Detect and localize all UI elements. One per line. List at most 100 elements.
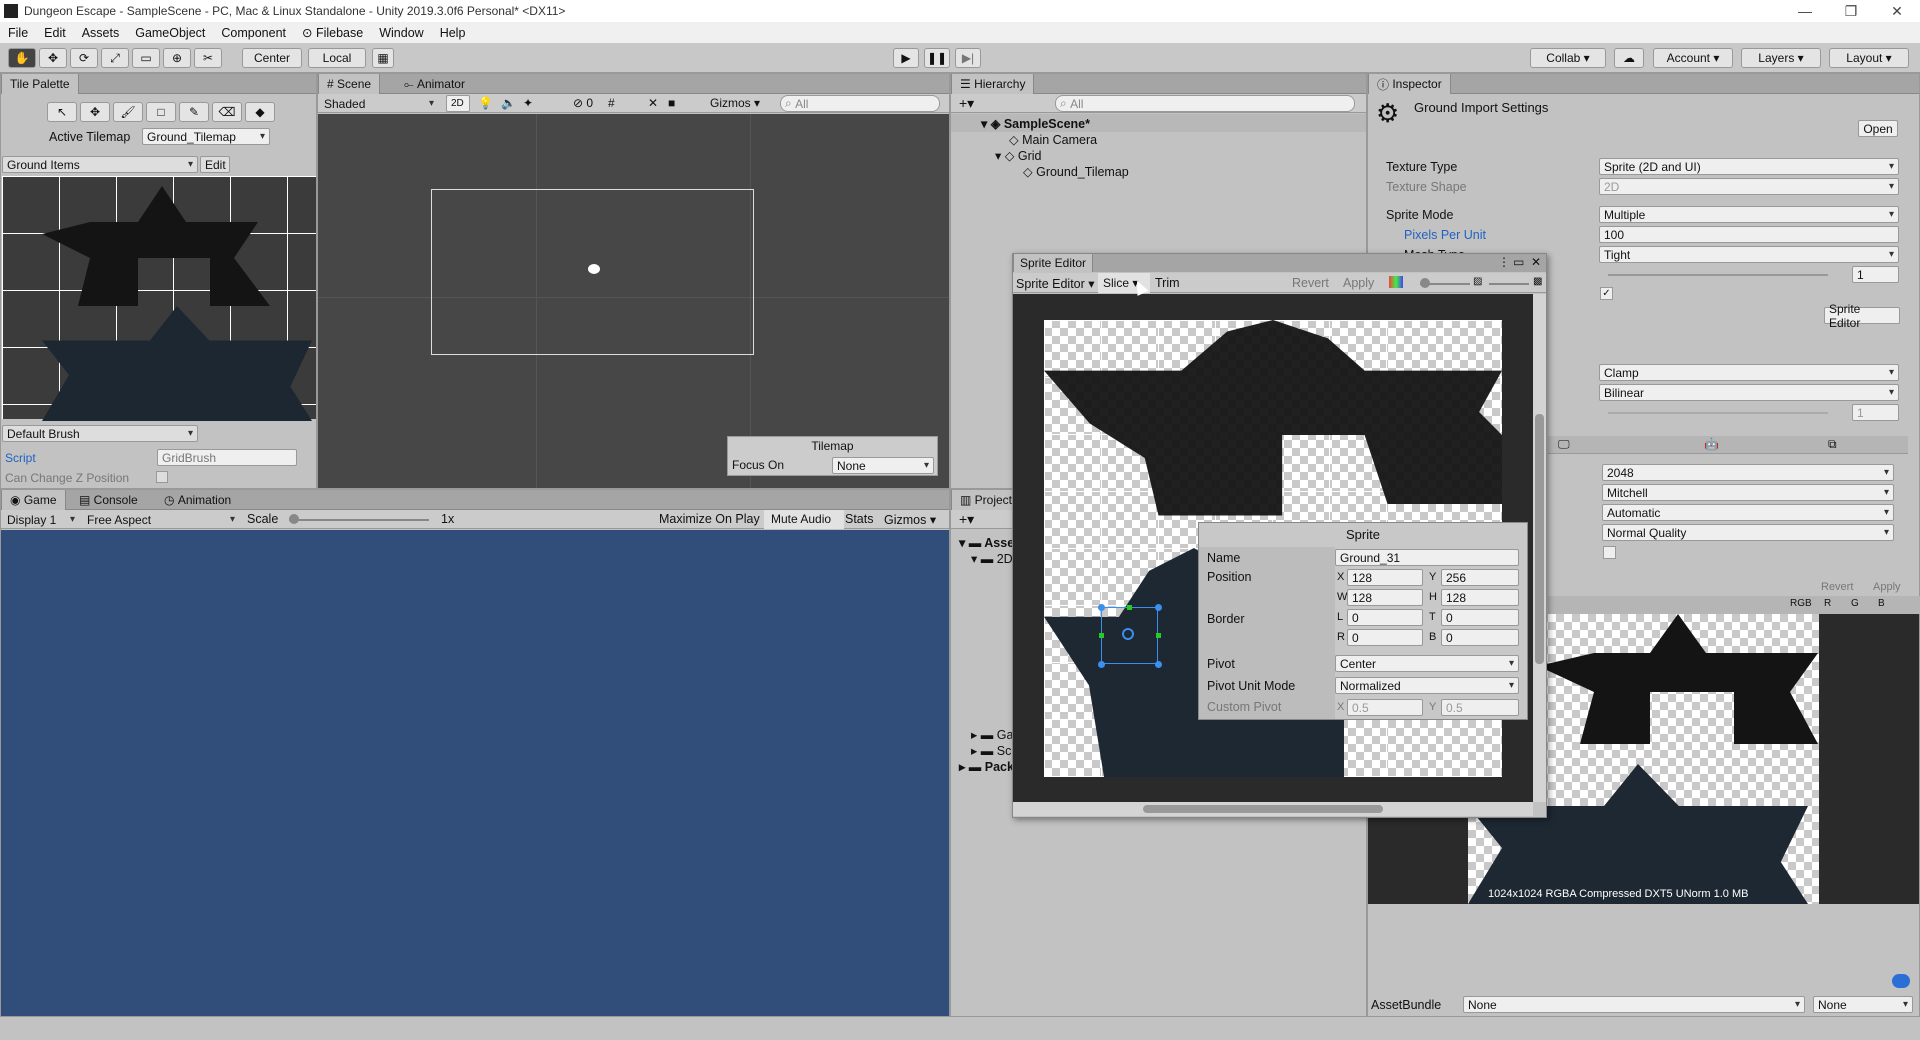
hierarchy-item-grid[interactable]: ▾ ◇ Grid	[995, 148, 1041, 163]
mesh-type-dropdown[interactable]: Tight	[1599, 246, 1899, 263]
display-dropdown[interactable]: Display 1	[3, 511, 79, 528]
sprite-editor-button[interactable]: Sprite Editor	[1824, 302, 1900, 330]
maximize-on-play-toggle[interactable]: Maximize On Play	[659, 512, 760, 526]
corner-handle-icon[interactable]	[1155, 661, 1162, 668]
pivot-center-button[interactable]: Center	[242, 48, 302, 68]
platform-android-icon[interactable]: 🤖	[1704, 437, 1719, 451]
project-folder-2d[interactable]: ▾ ▬ 2D	[971, 551, 1013, 566]
sprite-editor-tab[interactable]: Sprite Editor	[1013, 254, 1094, 272]
eraser-icon[interactable]: ⌫	[212, 102, 242, 122]
corner-handle-icon[interactable]	[1098, 604, 1105, 611]
position-x-input[interactable]: 128	[1347, 569, 1423, 586]
edge-handle-icon[interactable]	[1156, 633, 1161, 638]
tab-animator[interactable]: ⟜ Animator	[396, 74, 473, 94]
width-input[interactable]: 128	[1347, 589, 1423, 606]
max-size-dropdown[interactable]: 2048	[1602, 464, 1894, 481]
extrude-input[interactable]: 1	[1852, 266, 1899, 283]
menu-edit[interactable]: Edit	[36, 26, 74, 40]
mip-max-icon[interactable]: ▩	[1533, 276, 1542, 287]
can-change-z-checkbox[interactable]	[156, 471, 168, 483]
project-folder-packages[interactable]: ▸ ▬ Pack	[959, 759, 1014, 774]
border-r-input[interactable]: 0	[1347, 629, 1423, 646]
aspect-dropdown[interactable]: Free Aspect	[83, 511, 239, 528]
format-dropdown[interactable]: Automatic	[1602, 504, 1894, 521]
transform-tool-icon[interactable]: ⊕	[163, 48, 191, 68]
kebab-menu-icon[interactable]: ⋮	[1498, 255, 1510, 269]
grid-icon[interactable]: #	[608, 96, 615, 110]
camera-icon[interactable]: ■	[668, 96, 675, 110]
lighting-icon[interactable]: 💡	[478, 96, 493, 110]
scale-slider[interactable]	[289, 514, 429, 524]
crunch-checkbox[interactable]	[1603, 546, 1616, 559]
tab-animation[interactable]: ◷ Animation	[156, 490, 239, 510]
project-folder-assets[interactable]: ▾ ▬ Asse	[959, 535, 1014, 550]
custom-tool-icon[interactable]: ✂	[194, 48, 222, 68]
tab-tile-palette[interactable]: Tile Palette	[1, 74, 79, 94]
open-button[interactable]: Open	[1858, 120, 1898, 137]
channel-b[interactable]: B	[1878, 598, 1885, 609]
sprite-apply-button[interactable]: Apply	[1343, 276, 1374, 290]
palette-dropdown[interactable]: Ground Items	[2, 156, 198, 173]
sprite-canvas[interactable]: Sprite Name Ground_31 Position X 128 Y 2…	[1013, 294, 1533, 802]
maximize-icon[interactable]: ▭	[1513, 255, 1524, 269]
extrude-slider[interactable]	[1608, 274, 1828, 276]
hierarchy-search-input[interactable]: ⌕ All	[1055, 95, 1355, 112]
cloud-icon[interactable]: ☁	[1614, 48, 1644, 68]
border-b-input[interactable]: 0	[1441, 629, 1519, 646]
tab-scene[interactable]: # Scene	[318, 74, 381, 94]
fill-icon[interactable]: ◆	[245, 102, 275, 122]
palette-grid[interactable]	[2, 176, 316, 421]
hand-tool-icon[interactable]: ✋	[8, 48, 36, 68]
platform-webgl-icon[interactable]: ⧉	[1828, 437, 1837, 452]
corner-handle-icon[interactable]	[1098, 661, 1105, 668]
tab-inspector[interactable]: ⓘ Inspector	[1368, 74, 1451, 94]
create-plus-icon[interactable]: +▾	[959, 95, 974, 112]
audio-icon[interactable]: 🔈	[501, 96, 516, 110]
sprite-mode-dropdown[interactable]: Multiple	[1599, 206, 1899, 223]
resize-algorithm-dropdown[interactable]: Mitchell	[1602, 484, 1894, 501]
pause-icon[interactable]: ❚❚	[924, 48, 950, 68]
move-icon[interactable]: ✥	[80, 102, 110, 122]
tab-game[interactable]: ◉ Game	[1, 490, 66, 510]
menu-window[interactable]: Window	[371, 26, 431, 40]
aniso-slider[interactable]	[1608, 412, 1828, 414]
position-y-input[interactable]: 256	[1441, 569, 1519, 586]
border-l-input[interactable]: 0	[1347, 609, 1423, 626]
sprite-name-input[interactable]: Ground_31	[1335, 549, 1519, 566]
sprite-revert-button[interactable]: Revert	[1292, 276, 1329, 290]
tab-project[interactable]: ▥ Project	[951, 490, 1022, 510]
tools-icon[interactable]: ✕	[648, 96, 658, 110]
edge-handle-icon[interactable]	[1127, 605, 1132, 610]
2d-toggle[interactable]: 2D	[446, 95, 470, 112]
game-gizmos-dropdown[interactable]: Gizmos ▾	[884, 512, 936, 527]
hierarchy-item-main-camera[interactable]: ◇ Main Camera	[1009, 132, 1097, 147]
aniso-input[interactable]: 1	[1852, 404, 1899, 421]
play-icon[interactable]: ▶	[893, 48, 919, 68]
sprite-editor-close-icon[interactable]: ✕	[1531, 255, 1541, 269]
selected-sprite-rect[interactable]	[1098, 604, 1162, 668]
restore-icon[interactable]: ❐	[1828, 0, 1874, 22]
trim-button[interactable]: Trim	[1155, 276, 1180, 290]
menu-file[interactable]: File	[0, 26, 36, 40]
channel-rgb[interactable]: RGB	[1790, 598, 1812, 609]
wrap-mode-dropdown[interactable]: Clamp	[1599, 364, 1899, 381]
account-dropdown[interactable]: Account ▾	[1653, 48, 1733, 68]
pivot-dropdown[interactable]: Center	[1335, 655, 1519, 672]
project-folder-scenes[interactable]: ▸ ▬ Sc	[971, 743, 1011, 758]
snap-icon[interactable]: ▦	[372, 48, 394, 68]
layout-dropdown[interactable]: Layout ▾	[1829, 48, 1909, 68]
assetbundle-dropdown[interactable]: None	[1463, 996, 1805, 1013]
palette-edit-button[interactable]: Edit	[200, 156, 230, 173]
height-input[interactable]: 128	[1441, 589, 1519, 606]
channel-r[interactable]: R	[1824, 598, 1831, 609]
pivot-unit-mode-dropdown[interactable]: Normalized	[1335, 677, 1519, 694]
zoom-slider[interactable]	[1420, 278, 1470, 288]
assetbundle-variant-dropdown[interactable]: None	[1813, 996, 1913, 1013]
box-fill-icon[interactable]: □	[146, 102, 176, 122]
menu-gameobject[interactable]: GameObject	[127, 26, 213, 40]
menu-filebase[interactable]: ⊙ Filebase	[294, 25, 371, 40]
scale-tool-icon[interactable]: ⤢	[101, 48, 129, 68]
scene-viewport[interactable]: Tilemap Focus On None	[318, 114, 949, 488]
menu-assets[interactable]: Assets	[74, 26, 128, 40]
effects-icon[interactable]: ✦	[523, 96, 533, 110]
